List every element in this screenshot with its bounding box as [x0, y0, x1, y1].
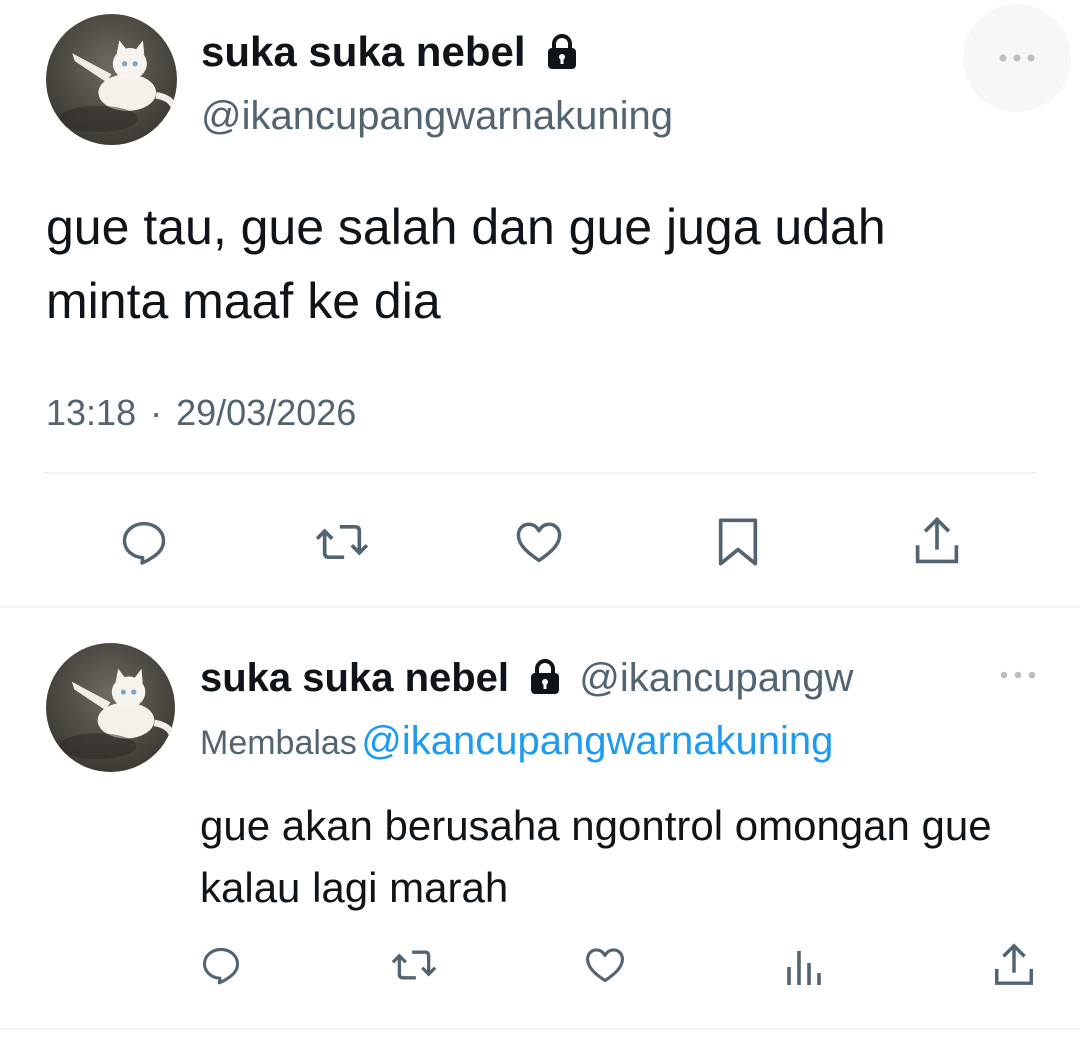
display-name-text: suka suka nebel: [201, 28, 526, 75]
bookmark-icon: [718, 518, 758, 566]
tweet-thread: suka suka nebel @ikancupangwarnakuning g…: [0, 0, 1080, 1060]
replying-to: Membalas @ikancupangwarnakuning: [200, 718, 833, 773]
lock-icon: [548, 33, 577, 69]
more-icon: [999, 54, 1035, 62]
like-icon: [586, 948, 624, 983]
display-name[interactable]: suka suka nebel: [201, 28, 579, 76]
views-button[interactable]: [780, 942, 826, 990]
more-options-button[interactable]: [996, 660, 1040, 690]
tweet-time: 13:18: [46, 392, 137, 433]
cat-avatar-image: [58, 668, 175, 760]
like-icon: [516, 522, 562, 563]
bookmark-button[interactable]: [706, 510, 770, 574]
handle[interactable]: @ikancupangwarnakuning: [201, 93, 673, 139]
like-button[interactable]: [580, 940, 630, 990]
lock-icon: [531, 659, 560, 695]
retweet-icon: [391, 950, 437, 980]
reply-header: suka suka nebel @ikancupangw: [200, 655, 853, 701]
retweet-button[interactable]: [308, 510, 376, 574]
share-button[interactable]: [905, 508, 969, 574]
divider: [0, 606, 1080, 608]
divider: [0, 1028, 1080, 1030]
tweet-text: gue tau, gue salah dan gue juga udah min…: [46, 199, 886, 329]
views-icon: [787, 951, 821, 985]
meta-separator: ·: [150, 392, 163, 433]
display-name[interactable]: suka suka nebel: [200, 656, 509, 700]
like-button[interactable]: [507, 510, 571, 574]
cat-avatar-image: [59, 40, 177, 132]
reply-icon: [202, 947, 240, 985]
share-icon: [915, 516, 959, 564]
mention-link[interactable]: @ikancupangwarnakuning: [361, 719, 833, 763]
tweet-timestamp[interactable]: 13:18 · 29/03/2026: [46, 392, 356, 434]
divider: [44, 472, 1036, 474]
handle[interactable]: @ikancupangw: [579, 656, 853, 700]
replying-prefix: Membalas: [200, 724, 357, 762]
reply-button[interactable]: [112, 510, 176, 574]
share-button[interactable]: [988, 938, 1040, 992]
tweet-date: 29/03/2026: [176, 392, 357, 433]
more-icon: [1000, 671, 1036, 679]
retweet-button[interactable]: [386, 940, 442, 990]
reply-text: gue akan berusaha ngontrol omongan gue k…: [200, 802, 992, 911]
avatar[interactable]: [46, 643, 175, 772]
reply-icon: [122, 521, 166, 565]
retweet-icon: [315, 524, 369, 560]
more-options-button[interactable]: [963, 4, 1071, 112]
share-icon: [995, 943, 1033, 985]
reply-button[interactable]: [196, 940, 246, 990]
avatar[interactable]: [46, 14, 177, 145]
